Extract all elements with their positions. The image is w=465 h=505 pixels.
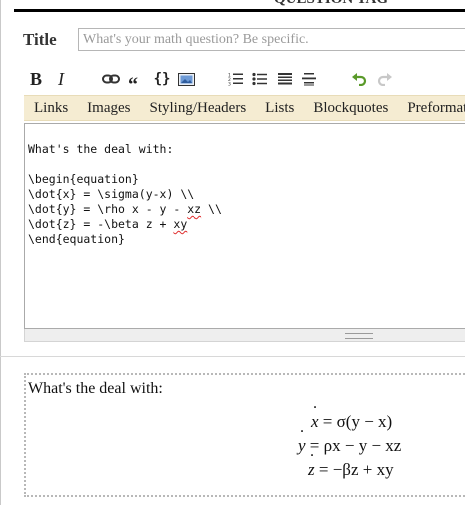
editor-text: \dot{y} = \rho x - y - — [28, 202, 188, 216]
link-icon — [102, 74, 120, 84]
header-rule — [14, 9, 465, 12]
title-label: Title — [23, 30, 57, 49]
equation-lhs: y — [298, 426, 306, 456]
editor-text: \dot{z} = -\beta z + — [28, 217, 174, 231]
equation-lhs: z — [308, 450, 315, 480]
heading-button[interactable] — [276, 66, 294, 92]
cut-header-text: QUESTION TAG — [274, 0, 388, 8]
editor-line: \end{equation} — [28, 232, 125, 246]
preview-equation-1: x = σ(y − x) — [311, 402, 393, 432]
code-button[interactable]: {} — [151, 66, 173, 92]
grip-lines-icon — [345, 333, 373, 339]
help-tab-styling-headers[interactable]: Styling/Headers — [140, 96, 256, 120]
redo-button[interactable] — [376, 66, 394, 92]
editor-line: \dot{y} = \rho x - y - xz \\ — [28, 202, 222, 217]
heading-icon — [278, 73, 292, 85]
image-button[interactable] — [176, 66, 196, 92]
horizontal-rule-button[interactable] — [300, 66, 318, 92]
link-button[interactable] — [101, 66, 121, 92]
help-tab-preformatted[interactable]: Preformatted — [397, 96, 465, 120]
preview-equation-3: z = −βz + xy — [308, 450, 394, 480]
title-input[interactable] — [78, 28, 465, 51]
editor-text: \\ — [201, 202, 222, 216]
resize-grip[interactable] — [24, 329, 465, 342]
equation-rhs: = ρx − y − xz — [309, 436, 402, 455]
help-tab-links[interactable]: Links — [24, 96, 77, 120]
bold-button[interactable]: B — [28, 66, 44, 92]
misspelled-word: xz — [187, 202, 202, 216]
equation-lhs: x — [311, 402, 319, 432]
bulleted-list-button[interactable] — [251, 66, 269, 92]
help-tabs-bar: Links Images Styling/Headers Lists Blockquot… — [24, 95, 465, 121]
editor-toolbar: B I “ {} 1 2 3 — [24, 66, 465, 95]
blockquote-button[interactable]: “ — [125, 66, 141, 98]
left-border — [0, 0, 1, 505]
help-tab-images[interactable]: Images — [77, 96, 139, 120]
help-tab-lists[interactable]: Lists — [255, 96, 303, 120]
numbered-list-button[interactable]: 1 2 3 — [227, 66, 245, 92]
equation-rhs: = −βz + xy — [318, 460, 394, 479]
top-header: QUESTION TAG — [14, 0, 465, 12]
horizontal-rule-icon — [302, 73, 316, 86]
svg-text:3: 3 — [228, 82, 231, 87]
body-editor[interactable]: What's the deal with: \begin{equation} \… — [24, 123, 465, 329]
image-icon — [177, 72, 195, 86]
undo-icon — [352, 73, 367, 86]
editor-line: What's the deal with: — [28, 142, 174, 156]
editor-line: \begin{equation} — [28, 172, 139, 186]
redo-icon — [377, 73, 392, 86]
misspelled-word: xy — [173, 217, 188, 231]
numbered-list-icon: 1 2 3 — [228, 73, 243, 87]
undo-button[interactable] — [350, 66, 368, 92]
bulleted-list-icon — [252, 72, 267, 86]
help-tab-blockquotes[interactable]: Blockquotes — [303, 96, 397, 120]
equation-rhs: = σ(y − x) — [322, 412, 393, 431]
preview-intro: What's the deal with: — [28, 380, 163, 397]
editor-line: \dot{x} = \sigma(y-x) \\ — [28, 187, 195, 201]
editor-line: \dot{z} = -\beta z + xy — [28, 217, 187, 232]
italic-button[interactable]: I — [54, 66, 68, 92]
section-divider — [0, 356, 465, 357]
